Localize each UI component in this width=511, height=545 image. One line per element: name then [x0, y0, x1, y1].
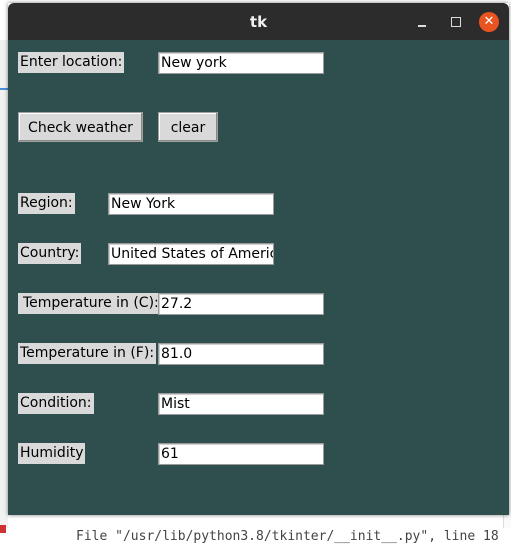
temperature-c-field[interactable]: 27.2: [158, 293, 324, 315]
maximize-button[interactable]: [446, 12, 466, 32]
region-field[interactable]: New York: [108, 193, 274, 215]
condition-label: Condition:: [18, 393, 94, 414]
location-input[interactable]: New york: [158, 52, 324, 74]
background-error-marker: [0, 525, 6, 533]
background-traceback-text: File "/usr/lib/python3.8/tkinter/__init_…: [76, 529, 499, 544]
close-icon: ✕: [483, 14, 495, 29]
humidity-label: Humidity: [18, 443, 86, 464]
minimize-icon: [418, 25, 426, 27]
region-label: Region:: [18, 193, 75, 214]
minimize-button[interactable]: [412, 12, 432, 32]
country-label: Country:: [18, 243, 82, 264]
background-accent-line: [0, 88, 8, 90]
maximize-icon: [451, 17, 461, 27]
location-label: Enter location:: [18, 52, 125, 73]
temperature-f-field[interactable]: 81.0: [158, 343, 324, 365]
temperature-c-label: Temperature in (C):: [18, 293, 161, 314]
tk-window: tk ✕ Enter location: New york Check weat…: [8, 3, 509, 515]
humidity-field[interactable]: 61: [158, 443, 324, 465]
window-content: Enter location: New york Check weather c…: [8, 40, 509, 515]
close-button[interactable]: ✕: [479, 12, 499, 32]
background-left-strip: [0, 40, 8, 530]
window-titlebar[interactable]: tk ✕: [8, 3, 509, 40]
clear-button[interactable]: clear: [158, 112, 218, 142]
condition-field[interactable]: Mist: [158, 393, 324, 415]
window-title: tk: [249, 13, 268, 31]
country-field[interactable]: United States of America: [108, 243, 274, 265]
check-weather-button[interactable]: Check weather: [18, 112, 143, 142]
temperature-f-label: Temperature in (F):: [18, 343, 157, 364]
